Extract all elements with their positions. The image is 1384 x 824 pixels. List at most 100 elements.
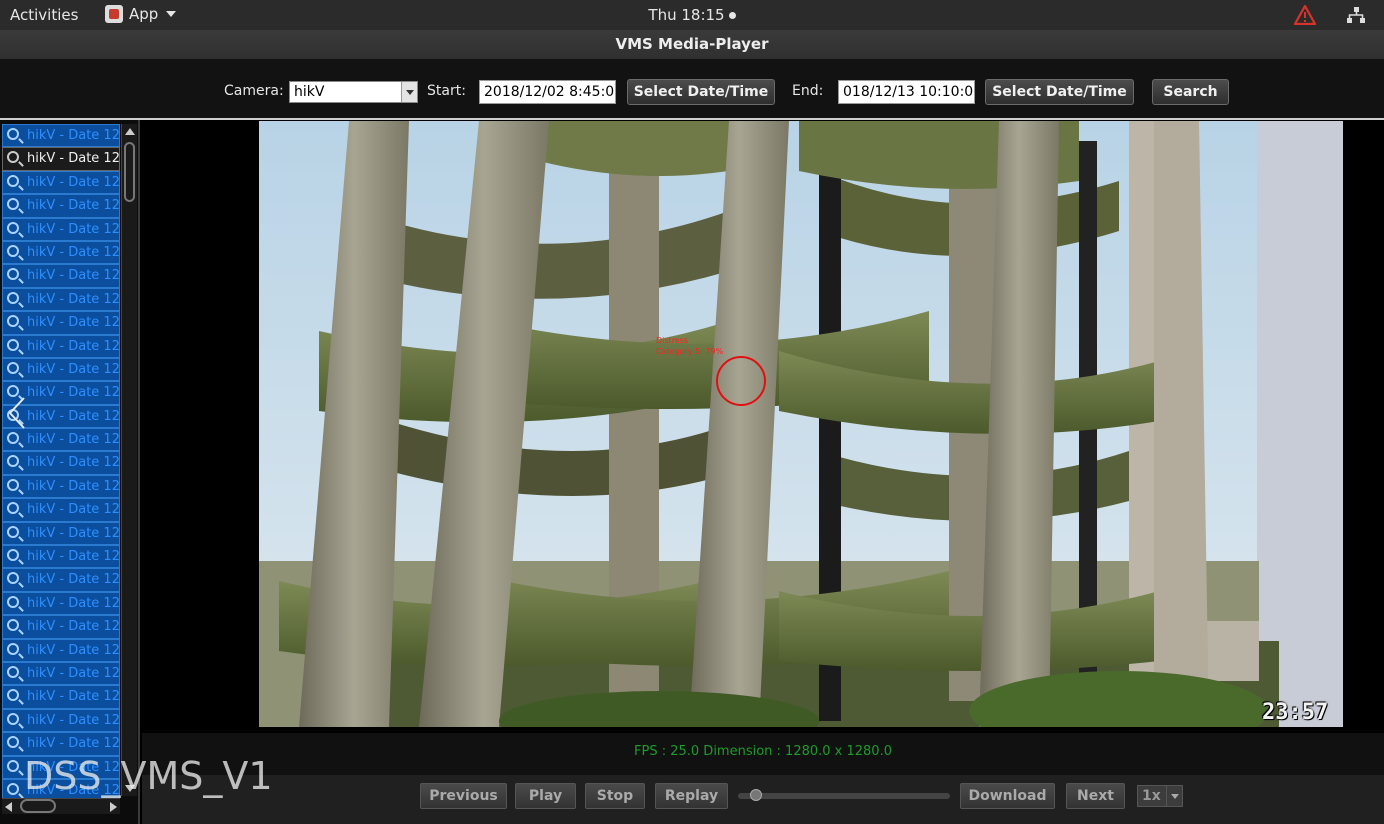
recording-list-item[interactable]: hikV - Date 12 <box>2 661 120 686</box>
recording-list-item[interactable]: hikV - Date 12 <box>2 194 120 218</box>
search-button[interactable]: Search <box>1152 79 1229 105</box>
camera-select[interactable]: hikV <box>289 81 418 103</box>
clock[interactable]: Thu 18:15 <box>0 6 1384 24</box>
video-timestamp: 23:57 <box>1262 700 1329 725</box>
recording-list-item[interactable]: hikV - Date 12 <box>2 240 120 265</box>
recording-list-item-label: hikV - Date 12 <box>27 315 120 331</box>
scroll-up-icon[interactable] <box>125 128 135 135</box>
network-icon[interactable] <box>1346 6 1366 24</box>
recording-list-item[interactable]: hikV - Date 12 <box>2 685 120 709</box>
list-horizontal-scrollbar[interactable] <box>2 798 120 814</box>
recording-list-item[interactable]: hikV - Date 12 <box>2 124 120 148</box>
search-icon <box>7 455 19 468</box>
search-icon <box>7 736 19 749</box>
recording-list-item[interactable]: hikV - Date 12 <box>2 357 120 382</box>
recording-list-item-label: hikV - Date 12 <box>27 128 120 143</box>
search-icon <box>7 712 19 725</box>
recording-list-item-label: hikV - Date 12 <box>27 642 120 658</box>
scroll-thumb-horizontal[interactable] <box>20 799 56 813</box>
recording-list-item-label: hikV - Date 12 <box>27 712 120 728</box>
recording-list-item[interactable]: hikV - Date 12 <box>2 545 120 569</box>
recording-list-item-label: hikV - Date 12 <box>27 291 120 307</box>
seek-slider[interactable] <box>738 789 950 801</box>
previous-button[interactable]: Previous <box>420 783 507 809</box>
query-toolbar: Camera: hikV Start: 2018/12/02 8:45:0 Se… <box>0 59 1384 119</box>
recording-list-item-label: hikV - Date 12 <box>27 268 120 284</box>
search-icon <box>7 642 19 655</box>
recording-list-item-label: hikV - Date 12 <box>27 455 120 471</box>
recording-list-item-label: hikV - Date 12 <box>27 432 120 448</box>
search-icon <box>7 174 19 187</box>
recording-list-item-label: hikV - Date 12 <box>27 478 120 494</box>
recording-list-item-label: hikV - Date 12 <box>27 736 120 752</box>
select-end-datetime-button[interactable]: Select Date/Time <box>985 79 1134 105</box>
play-button[interactable]: Play <box>515 783 576 809</box>
start-label: Start: <box>427 83 466 99</box>
recording-list-item[interactable]: hikV - Date 12 <box>2 521 120 546</box>
recording-list-item[interactable]: hikV - Date 12 <box>2 732 120 756</box>
recording-list-item[interactable]: hikV - Date 12 <box>2 311 120 335</box>
search-icon <box>7 478 19 491</box>
search-icon <box>7 432 19 445</box>
end-datetime-field[interactable]: 018/12/13 10:10:0 <box>838 80 975 104</box>
video-frame <box>259 121 1343 727</box>
recording-list-item[interactable]: hikV - Date 12 <box>2 638 120 662</box>
search-icon <box>7 689 19 702</box>
recording-list-item[interactable]: hikV - Date 12 <box>2 451 120 475</box>
scroll-right-icon[interactable] <box>110 802 117 812</box>
search-icon <box>7 291 19 304</box>
download-button[interactable]: Download <box>960 783 1055 809</box>
system-top-bar: Activities App Thu 18:15 <box>0 0 1384 30</box>
search-icon <box>7 151 19 164</box>
warning-icon[interactable] <box>1294 5 1316 25</box>
recording-list-item[interactable]: hikV - Date 12 <box>2 147 120 171</box>
search-icon <box>7 315 19 328</box>
start-datetime-field[interactable]: 2018/12/02 8:45:0 <box>479 80 616 104</box>
scroll-thumb[interactable] <box>124 142 135 202</box>
scroll-left-icon[interactable] <box>5 802 12 812</box>
search-icon <box>7 338 19 351</box>
list-vertical-scrollbar[interactable] <box>121 124 137 796</box>
notification-dot-icon <box>728 12 736 19</box>
watermark-text: DSS_VMS_V1 <box>24 754 273 798</box>
detection-score: Category 5: 79% <box>656 347 724 356</box>
recording-list-item-label: hikV - Date 12 <box>27 244 120 260</box>
stream-info: FPS : 25.0 Dimension : 1280.0 x 1280.0 <box>142 733 1384 775</box>
recording-list-item[interactable]: hikV - Date 12 <box>2 615 120 639</box>
recording-list[interactable]: hikV - Date 12 hikV - Date 12 hikV - Date … <box>2 124 120 814</box>
stop-button[interactable]: Stop <box>585 783 645 809</box>
recording-list-item[interactable]: hikV - Date 12 <box>2 474 120 499</box>
playback-speed-select[interactable]: 1x <box>1137 785 1183 807</box>
recording-list-item-label: hikV - Date 12 <box>27 689 120 705</box>
recording-list-item[interactable]: hikV - Date 12 <box>2 708 120 733</box>
next-button[interactable]: Next <box>1066 783 1125 809</box>
recording-list-item[interactable]: hikV - Date 12 <box>2 568 120 592</box>
recording-list-item-label: hikV - Date 12 <box>27 502 120 518</box>
recording-list-item-label: hikV - Date 12 <box>27 549 120 565</box>
camera-label: Camera: <box>224 83 284 99</box>
select-start-datetime-button[interactable]: Select Date/Time <box>627 79 775 105</box>
recording-list-item[interactable]: hikV - Date 12 <box>2 264 120 288</box>
recording-list-item[interactable]: hikV - Date 12 <box>2 217 120 241</box>
search-icon <box>7 549 19 562</box>
search-icon <box>7 619 19 632</box>
recording-list-item[interactable]: hikV - Date 12 <box>2 334 120 358</box>
chevron-left-icon[interactable] <box>6 396 28 430</box>
recording-list-item[interactable]: hikV - Date 12 <box>2 287 120 312</box>
recording-list-item[interactable]: hikV - Date 12 <box>2 498 120 522</box>
recording-list-item-label: hikV - Date 12 <box>27 619 120 635</box>
search-icon <box>7 595 19 608</box>
detection-class: Distress <box>656 336 689 345</box>
search-icon <box>7 268 19 281</box>
detection-label: Distress Category 5: 79% <box>656 335 723 357</box>
end-label: End: <box>792 83 824 99</box>
recording-list-item[interactable]: hikV - Date 12 <box>2 170 120 195</box>
recording-list-item[interactable]: hikV - Date 12 <box>2 428 120 452</box>
recording-list-item-label: hikV - Date 12 <box>27 361 120 377</box>
replay-button[interactable]: Replay <box>655 783 728 809</box>
recording-list-item-label: hikV - Date 12 <box>27 525 120 541</box>
search-icon <box>7 198 19 211</box>
seek-slider-handle[interactable] <box>750 789 762 801</box>
recording-list-item[interactable]: hikV - Date 12 <box>2 591 120 616</box>
search-icon <box>7 221 19 234</box>
